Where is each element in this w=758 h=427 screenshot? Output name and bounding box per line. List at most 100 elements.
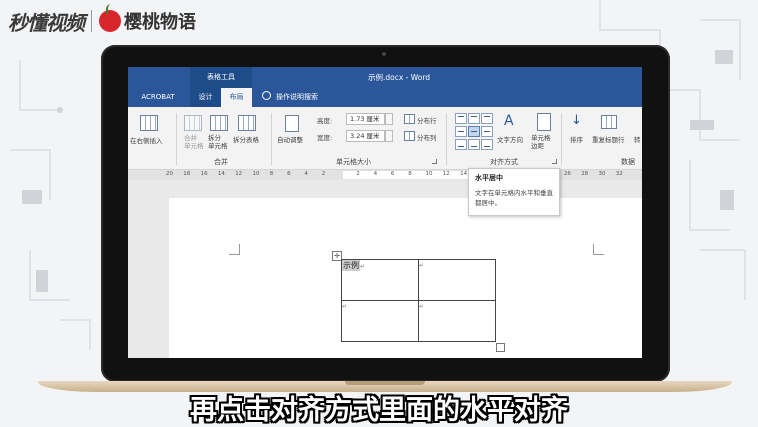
cell-margins-button[interactable]: 单元格 边距 [531, 134, 551, 150]
ruler-tick-label: 2 [321, 171, 326, 177]
width-spinner[interactable] [385, 130, 393, 142]
divider [561, 113, 562, 165]
ribbon-layout: 在右侧插入 合并 单元格 拆分 单元格 拆分表格 合并 自动调整 高度: 1.7… [128, 107, 642, 170]
margin-mark [229, 244, 240, 255]
video-subtitle: 再点击对齐方式里面的水平对齐 [190, 395, 568, 426]
distribute-cols-button[interactable]: 分布列 [417, 132, 437, 142]
table-cell[interactable]: ↵ [418, 259, 496, 301]
align-bottom-center-button[interactable] [468, 139, 480, 150]
align-bottom-left-button[interactable] [455, 139, 467, 150]
ruler-tick-label: 6 [390, 171, 395, 177]
brand-yingtao: 樱桃物语 [124, 12, 196, 33]
align-middle-right-button[interactable] [481, 126, 493, 137]
watermark-logo: 秒懂视频 樱桃物语 [8, 4, 196, 35]
ruler-tick-label: 10 [252, 171, 260, 177]
merge-cells-button[interactable]: 合并 单元格 [184, 134, 204, 150]
align-bottom-right-button[interactable] [481, 139, 493, 150]
cell-margins-icon [537, 113, 551, 131]
ruler-tick-label: 8 [269, 171, 274, 177]
ribbon-tabs: ACROBAT 设计 布局 操作说明搜索 [128, 88, 642, 107]
tooltip: 水平居中 文字在单元格内水平和垂直都居中。 [468, 168, 560, 216]
ruler-tick-label: 16 [200, 171, 208, 177]
sort-button[interactable]: 排序 [570, 134, 583, 144]
merge-cells-icon [184, 115, 202, 131]
ruler-tick-label: 18 [183, 171, 191, 177]
autofit-button[interactable]: 自动调整 [277, 134, 303, 144]
align-top-center-button[interactable] [468, 113, 480, 124]
cellsize-launcher[interactable] [432, 159, 437, 164]
split-table-icon [238, 115, 256, 131]
align-top-left-button[interactable] [455, 113, 467, 124]
divider [271, 113, 272, 165]
table-resize-handle[interactable] [496, 343, 505, 352]
table-cell[interactable]: ↵ [341, 300, 419, 342]
tab-design[interactable]: 设计 [190, 88, 221, 107]
table-cell[interactable]: 示例↵ [341, 259, 419, 301]
document-title: 示例.docx - Word [368, 73, 431, 82]
ruler-tick-label: 8 [408, 171, 412, 177]
ruler[interactable]: 2018161412108642246810121416182022242628… [128, 170, 642, 180]
paragraph-mark: ↵ [419, 262, 425, 269]
paragraph-mark: ↵ [419, 303, 425, 310]
insert-right-icon [140, 115, 158, 131]
insert-right-button[interactable]: 在右侧插入 [130, 135, 163, 145]
width-input[interactable]: 3.24 厘米 [346, 130, 385, 142]
text-direction-icon: A [504, 113, 514, 129]
cellsize-group-label: 单元格大小 [336, 158, 371, 166]
ruler-tick-label: 4 [373, 171, 378, 177]
divider [446, 113, 447, 165]
ruler-tick-label: 28 [581, 171, 589, 177]
distribute-rows-icon [404, 114, 415, 124]
autofit-icon [285, 115, 299, 132]
align-middle-left-button[interactable] [455, 126, 467, 137]
camera-dot [382, 52, 386, 56]
split-table-button[interactable]: 拆分表格 [233, 134, 259, 144]
convert-button[interactable]: 转 [634, 134, 641, 144]
ruler-tick-label: 2 [356, 171, 360, 177]
paragraph-mark: ↵ [360, 263, 366, 270]
divider [176, 113, 177, 165]
laptop-notch [345, 381, 425, 385]
ruler-tick-label: 32 [615, 171, 623, 177]
ruler-tick-label: 12 [235, 171, 243, 177]
height-input[interactable]: 1.73 厘米 [346, 113, 385, 125]
height-label: 高度: [317, 117, 333, 125]
split-cells-button[interactable]: 拆分 单元格 [208, 134, 228, 150]
ruler-tick-label: 26 [563, 171, 571, 177]
height-spinner[interactable] [385, 113, 393, 125]
align-top-right-button[interactable] [481, 113, 493, 124]
tell-me-label: 操作说明搜索 [276, 93, 318, 101]
ruler-tick-label: 14 [460, 171, 468, 177]
distribute-rows-button[interactable]: 分布行 [417, 115, 437, 125]
tab-layout[interactable]: 布局 [221, 88, 252, 107]
align-group-label: 对齐方式 [490, 158, 518, 166]
margin-mark [593, 244, 604, 255]
tell-me-search[interactable]: 操作说明搜索 [262, 88, 318, 107]
align-center-button[interactable] [468, 126, 480, 137]
word-window: 表格工具 示例.docx - Word ACROBAT 设计 布局 操作说明搜索… [128, 67, 642, 358]
tab-acrobat[interactable]: ACROBAT [136, 88, 180, 107]
align-launcher[interactable] [552, 159, 557, 164]
tooltip-description: 文字在单元格内水平和垂直都居中。 [475, 189, 553, 207]
document-table[interactable]: 示例↵ ↵ ↵ ↵ [341, 259, 496, 342]
cell-text: 示例 [342, 260, 360, 271]
brand-miaodong: 秒懂视频 [8, 10, 85, 35]
sort-icon: ↓ [571, 113, 582, 128]
tooltip-title: 水平居中 [475, 174, 503, 182]
split-cells-icon [210, 115, 228, 131]
repeat-header-icon [601, 115, 617, 129]
table-cell[interactable]: ↵ [418, 300, 496, 342]
width-label: 宽度: [317, 134, 333, 142]
ruler-tick-label: 6 [287, 171, 291, 177]
ruler-tick-label: 14 [217, 171, 225, 177]
data-group-label: 数据 [621, 158, 635, 166]
text-direction-button[interactable]: 文字方向 [497, 134, 523, 144]
cherry-icon [99, 4, 121, 32]
ruler-tick-label: 12 [442, 171, 450, 177]
repeat-header-button[interactable]: 重复标题行 [592, 134, 625, 144]
lightbulb-icon [262, 91, 271, 100]
ruler-tick-label: 20 [166, 171, 173, 177]
distribute-cols-icon [404, 131, 415, 141]
paragraph-mark: ↵ [342, 303, 348, 310]
logo-divider [91, 10, 92, 32]
